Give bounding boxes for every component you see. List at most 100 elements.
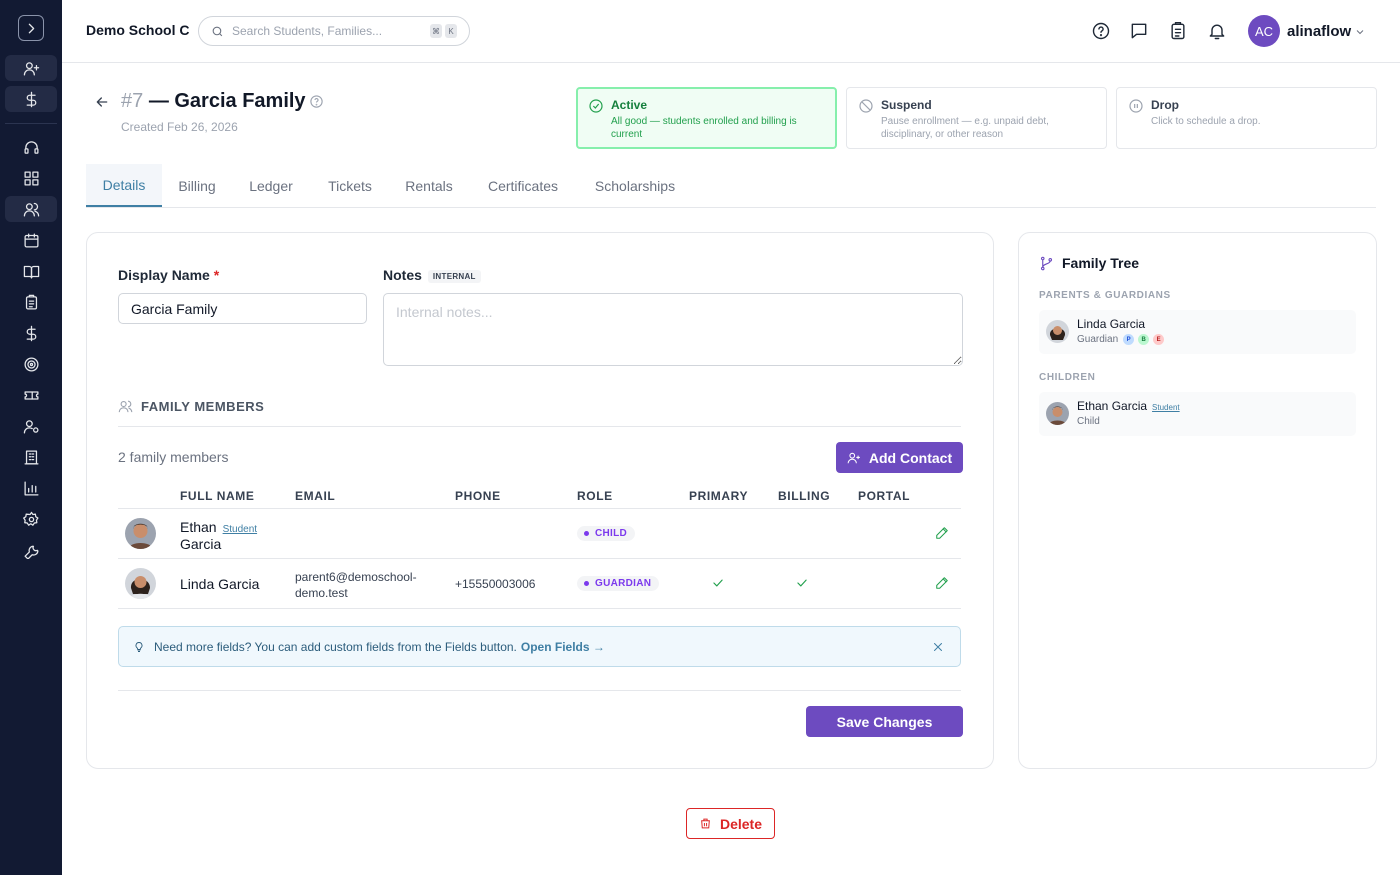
back-arrow-icon[interactable]	[94, 94, 110, 110]
families-icon[interactable]	[5, 196, 57, 222]
primary-pill: P	[1123, 334, 1135, 345]
close-icon[interactable]	[932, 641, 944, 653]
billing-check-icon	[795, 576, 809, 590]
target-icon[interactable]	[5, 351, 57, 377]
member-first-name: Ethan	[180, 519, 217, 535]
parent-role: Guardian P B E	[1077, 334, 1165, 345]
bell-icon[interactable]	[1207, 21, 1227, 41]
dashboard-icon[interactable]	[5, 165, 57, 191]
calendar-icon[interactable]	[5, 227, 57, 253]
email-line: parent6@demoschool-	[295, 570, 417, 584]
status-active-card[interactable]: Active All good — students enrolled and …	[576, 87, 837, 149]
open-fields-link[interactable]: Open Fields →	[521, 640, 605, 654]
lightbulb-icon	[135, 641, 143, 652]
primary-check-icon	[711, 576, 725, 590]
student-link[interactable]: Student	[223, 524, 257, 535]
role-text: CHILD	[595, 528, 628, 539]
tab-bar: Details Billing Ledger Tickets Rentals C…	[86, 164, 1376, 208]
add-contact-label: Add Contact	[868, 449, 953, 466]
tab-tickets[interactable]: Tickets	[310, 164, 390, 207]
tab-certificates[interactable]: Certificates	[468, 164, 578, 207]
user-settings-icon[interactable]	[5, 413, 57, 439]
sidebar	[0, 0, 62, 875]
student-link[interactable]: Student	[1152, 403, 1180, 412]
edit-pencil-icon[interactable]	[935, 576, 949, 590]
member-count: 2 family members	[118, 449, 229, 465]
child-role: Child	[1077, 416, 1100, 427]
column-header-billing: BILLING	[778, 489, 831, 503]
email-line: demo.test	[295, 586, 348, 600]
sidebar-divider	[5, 123, 57, 124]
status-suspend-card[interactable]: Suspend Pause enrollment — e.g. unpaid d…	[846, 87, 1107, 149]
member-email: parent6@demoschool- demo.test	[295, 569, 417, 601]
school-name: Demo School C	[86, 22, 190, 38]
status-title: Active	[611, 98, 648, 112]
tab-billing[interactable]: Billing	[162, 164, 232, 207]
pause-circle-icon	[1128, 98, 1144, 114]
trash-icon	[701, 818, 710, 829]
main-content: #7 — Garcia Family Created Feb 26, 2026 …	[62, 64, 1400, 875]
delete-button[interactable]: Delete	[686, 808, 775, 839]
gear-icon[interactable]	[5, 506, 57, 532]
status-drop-card[interactable]: Drop Click to schedule a drop.	[1116, 87, 1377, 149]
parent-card[interactable]: Linda Garcia Guardian P B E	[1039, 310, 1356, 354]
book-icon[interactable]	[5, 258, 57, 284]
add-contact-button[interactable]: Add Contact	[836, 442, 963, 473]
headset-icon[interactable]	[5, 134, 57, 160]
member-last-name: Garcia	[180, 536, 222, 552]
help-icon[interactable]	[1091, 21, 1111, 41]
wrench-icon[interactable]	[5, 537, 57, 563]
building-icon[interactable]	[5, 444, 57, 470]
ban-icon	[858, 98, 874, 114]
status-description: Click to schedule a drop.	[1151, 116, 1261, 127]
table-row[interactable]: Linda Garcia parent6@demoschool- demo.te…	[118, 558, 961, 608]
chevron-right-icon	[28, 23, 34, 33]
tab-details[interactable]: Details	[86, 164, 162, 207]
role-badge: GUARDIAN	[577, 576, 660, 591]
search-input[interactable]	[232, 24, 422, 38]
clipboard-icon[interactable]	[1168, 21, 1188, 41]
member-name[interactable]: Linda Garcia	[180, 577, 259, 592]
chat-icon[interactable]	[1129, 21, 1149, 41]
child-card[interactable]: Ethan Garcia Student Child	[1039, 392, 1356, 436]
display-name-input[interactable]	[118, 293, 367, 324]
tab-ledger[interactable]: Ledger	[232, 164, 310, 207]
notes-textarea[interactable]	[383, 293, 963, 366]
delete-label: Delete	[719, 815, 763, 832]
ticket-icon[interactable]	[5, 382, 57, 408]
children-caption: CHILDREN	[1039, 372, 1096, 383]
chevron-down-icon[interactable]	[1354, 25, 1366, 37]
billing-pill: B	[1138, 334, 1150, 345]
save-changes-button[interactable]: Save Changes	[806, 706, 963, 737]
column-header-primary: PRIMARY	[689, 489, 749, 503]
family-members-title: FAMILY MEMBERS	[141, 399, 265, 414]
question-circle-icon[interactable]	[309, 94, 324, 109]
tab-rentals[interactable]: Rentals	[390, 164, 468, 207]
emergency-pill: E	[1153, 334, 1165, 345]
avatar	[125, 518, 156, 549]
clipboard-icon[interactable]	[5, 289, 57, 315]
required-mark: *	[213, 267, 220, 283]
custom-fields-tip: Need more fields? You can add custom fie…	[118, 626, 961, 667]
column-header-role: ROLE	[577, 489, 613, 503]
user-avatar[interactable]: AC	[1248, 15, 1280, 47]
divider	[118, 608, 961, 609]
dollar-icon[interactable]	[5, 86, 57, 112]
billing-icon[interactable]	[5, 320, 57, 346]
username[interactable]: alinaflow	[1287, 23, 1351, 40]
tab-scholarships[interactable]: Scholarships	[578, 164, 692, 207]
child-name: Ethan Garcia Student	[1077, 399, 1180, 413]
divider	[118, 690, 961, 691]
search-box[interactable]: ⌘ K	[198, 16, 470, 46]
expand-sidebar-button[interactable]	[18, 15, 44, 41]
member-name[interactable]: Ethan Student Garcia	[180, 520, 257, 552]
table-row[interactable]: Ethan Student Garcia CHILD	[118, 508, 961, 558]
parent-name: Linda Garcia	[1077, 317, 1146, 331]
avatar	[1046, 402, 1069, 425]
parents-caption: PARENTS & GUARDIANS	[1039, 290, 1171, 301]
family-tree-panel: Family Tree PARENTS & GUARDIANS Linda Ga…	[1018, 232, 1377, 769]
status-title: Drop	[1151, 98, 1179, 112]
add-user-icon[interactable]	[5, 55, 57, 81]
chart-icon[interactable]	[5, 475, 57, 501]
edit-pencil-icon[interactable]	[935, 526, 949, 540]
